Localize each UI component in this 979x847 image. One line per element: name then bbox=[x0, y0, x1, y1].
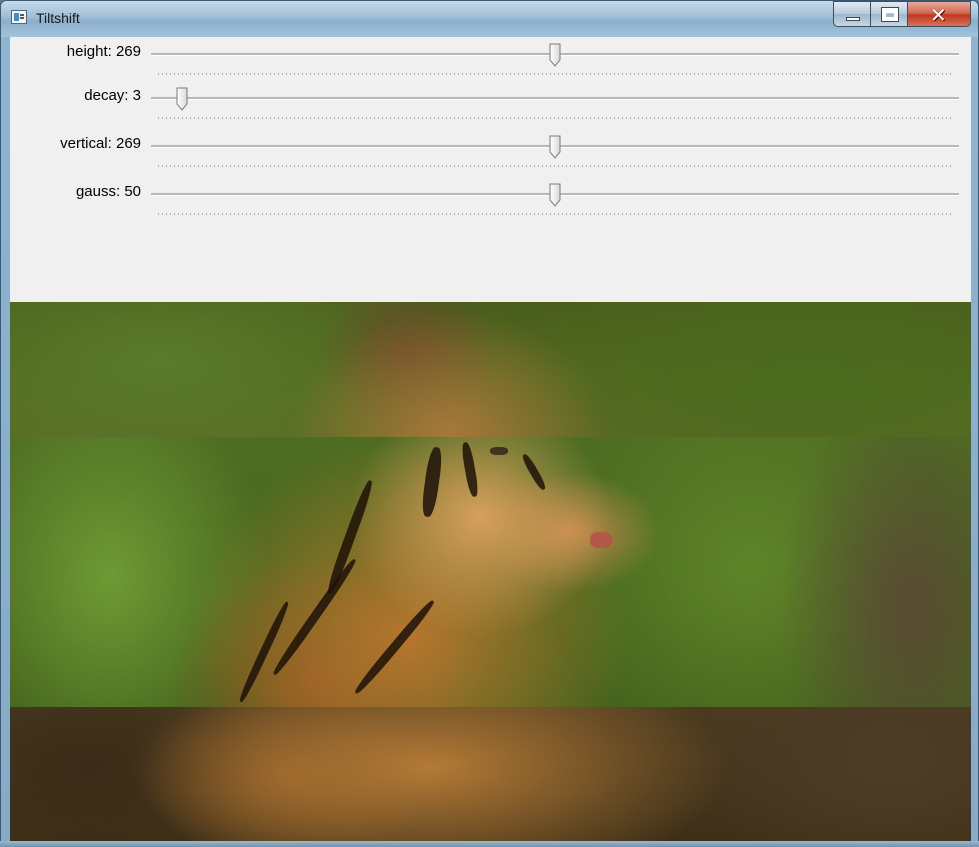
slider-thumb-vertical[interactable] bbox=[549, 135, 561, 159]
app-window-icon[interactable] bbox=[11, 10, 27, 24]
tiger-photo bbox=[10, 302, 971, 842]
maximize-button[interactable] bbox=[870, 1, 908, 27]
title-bar[interactable]: Tiltshift ✕ bbox=[1, 1, 978, 37]
maximize-icon bbox=[881, 7, 899, 22]
slider-label-height: height: 269 bbox=[66, 43, 141, 60]
slider-track-decay[interactable] bbox=[151, 97, 959, 100]
slider-thumb-height[interactable] bbox=[549, 43, 561, 67]
slider-ticks-gauss bbox=[158, 213, 954, 215]
minimize-icon bbox=[846, 17, 860, 21]
slider-ticks-vertical bbox=[158, 165, 954, 167]
slider-label-vertical: vertical: 269 bbox=[60, 135, 141, 152]
slider-panel: height: 269 decay: 3 vertical: 269 gauss… bbox=[10, 37, 971, 302]
slider-gauss: gauss: 50 bbox=[10, 179, 971, 223]
slider-thumb-gauss[interactable] bbox=[549, 183, 561, 207]
slider-ticks-height bbox=[158, 73, 954, 75]
close-icon: ✕ bbox=[930, 3, 947, 27]
slider-height: height: 269 bbox=[10, 39, 971, 83]
window-bottom-border bbox=[0, 841, 979, 847]
slider-thumb-decay[interactable] bbox=[176, 87, 188, 111]
sharp-focus-band bbox=[10, 437, 971, 707]
blurred-bottom-band bbox=[10, 707, 971, 842]
app-window: Tiltshift ✕ height: 269 decay: 3 vertica… bbox=[0, 0, 979, 847]
close-button[interactable]: ✕ bbox=[907, 1, 971, 27]
slider-label-gauss: gauss: 50 bbox=[75, 183, 141, 200]
blurred-top-band bbox=[10, 302, 971, 437]
slider-label-decay: decay: 3 bbox=[84, 87, 141, 104]
slider-decay: decay: 3 bbox=[10, 83, 971, 127]
slider-vertical: vertical: 269 bbox=[10, 131, 971, 175]
client-area: height: 269 decay: 3 vertical: 269 gauss… bbox=[10, 37, 971, 842]
slider-ticks-decay bbox=[158, 117, 954, 119]
window-title: Tiltshift bbox=[36, 10, 80, 26]
minimize-button[interactable] bbox=[833, 1, 871, 27]
